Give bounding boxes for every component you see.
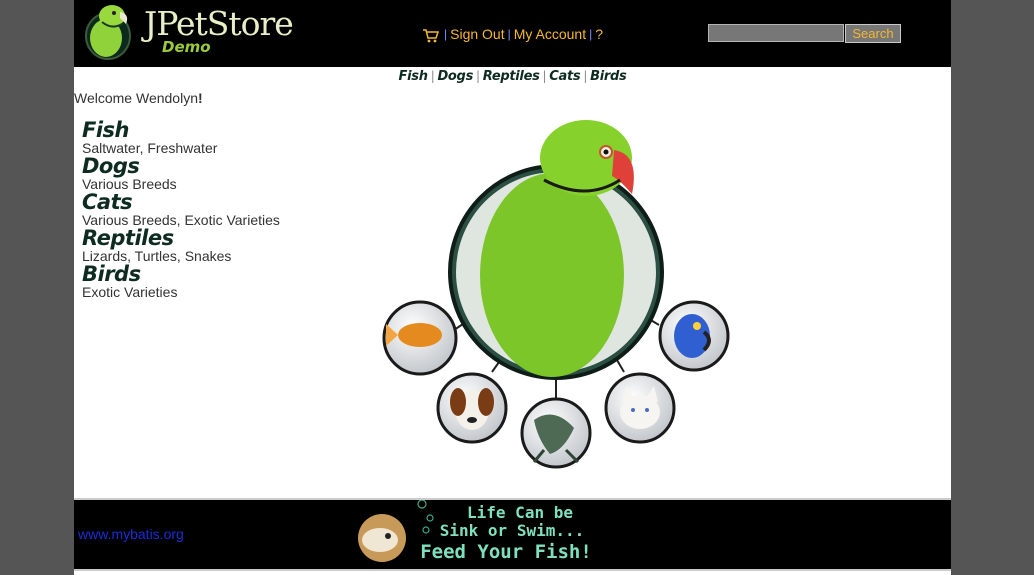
sidebar-birds-description: Exotic Varieties bbox=[82, 284, 178, 300]
logo[interactable]: JPetStore Demo bbox=[82, 2, 302, 62]
help-link[interactable]: ? bbox=[595, 26, 603, 42]
sidebar-category-dogs: Dogs Various Breeds bbox=[82, 155, 342, 191]
quicklink-separator: | bbox=[430, 69, 435, 83]
feed-your-fish-banner[interactable]: Life Can be Sink or Swim... Feed Your Fi… bbox=[350, 500, 600, 566]
quicklink-separator: | bbox=[583, 69, 588, 83]
header: JPetStore Demo | Sign Out | My Account |… bbox=[74, 0, 951, 67]
welcome-suffix: ! bbox=[198, 90, 203, 106]
cat-hotspot[interactable] bbox=[604, 372, 676, 444]
bird-hotspot[interactable] bbox=[658, 300, 730, 372]
welcome-prefix: Welcome bbox=[74, 90, 136, 106]
quick-links: Fish | Dogs | Reptiles | Cats | Birds bbox=[74, 69, 951, 84]
sidebar-reptiles-link[interactable]: Reptiles bbox=[82, 227, 342, 249]
sidebar-fish-link[interactable]: Fish bbox=[82, 119, 342, 141]
my-account-link[interactable]: My Account bbox=[514, 26, 586, 42]
search-input[interactable] bbox=[708, 24, 844, 42]
dog-hotspot[interactable] bbox=[436, 372, 508, 444]
sidebar-category-reptiles: Reptiles Lizards, Turtles, Snakes bbox=[82, 227, 342, 263]
quicklink-birds[interactable]: Birds bbox=[590, 69, 627, 84]
cart-icon[interactable] bbox=[422, 29, 439, 43]
menu-content: | Sign Out | My Account | ? bbox=[422, 24, 603, 44]
menu-separator: | bbox=[507, 27, 511, 41]
logo-subtitle: Demo bbox=[162, 38, 211, 56]
quicklink-separator: | bbox=[542, 69, 547, 83]
quicklink-fish[interactable]: Fish bbox=[399, 69, 428, 84]
sidebar-dogs-description: Various Breeds bbox=[82, 176, 177, 192]
sidebar-dogs-link[interactable]: Dogs bbox=[82, 155, 342, 177]
sidebar-reptiles-description: Lizards, Turtles, Snakes bbox=[82, 248, 232, 264]
parrot-hotspot[interactable] bbox=[448, 120, 664, 380]
sidebar-cats-link[interactable]: Cats bbox=[82, 191, 342, 213]
sidebar-category-birds: Birds Exotic Varieties bbox=[82, 263, 342, 299]
page: JPetStore Demo | Sign Out | My Account |… bbox=[74, 0, 951, 575]
sidebar-fish-description: Saltwater, Freshwater bbox=[82, 140, 218, 156]
sidebar-birds-link[interactable]: Birds bbox=[82, 263, 342, 285]
sidebar-category-fish: Fish Saltwater, Freshwater bbox=[82, 119, 342, 155]
footer: www.mybatis.org Life Can be Sink or Swim… bbox=[74, 498, 951, 571]
quicklink-dogs[interactable]: Dogs bbox=[437, 69, 473, 84]
menu-separator: | bbox=[589, 27, 593, 41]
welcome-message: Welcome Wendolyn! bbox=[74, 90, 203, 106]
sidebar-category-cats: Cats Various Breeds, Exotic Varieties bbox=[82, 191, 342, 227]
menu-separator: | bbox=[444, 27, 448, 41]
quicklink-reptiles[interactable]: Reptiles bbox=[483, 69, 540, 84]
banner-line-3: Feed Your Fish! bbox=[420, 541, 592, 563]
banner-line-2: Sink or Swim... bbox=[440, 521, 585, 540]
fish-hotspot[interactable] bbox=[382, 300, 458, 376]
banner-line-1: Life Can be bbox=[467, 503, 573, 522]
reptile-hotspot[interactable] bbox=[520, 397, 592, 469]
search-button[interactable]: Search bbox=[845, 24, 901, 43]
welcome-user-name: Wendolyn bbox=[135, 90, 198, 106]
quicklink-separator: | bbox=[476, 69, 480, 83]
sidebar-cats-description: Various Breeds, Exotic Varieties bbox=[82, 212, 280, 228]
sidebar: Fish Saltwater, Freshwater Dogs Various … bbox=[82, 119, 342, 299]
parrot-logo-icon bbox=[85, 5, 131, 60]
main-image-map bbox=[382, 120, 730, 469]
sign-out-link[interactable]: Sign Out bbox=[450, 26, 504, 42]
mybatis-link[interactable]: www.mybatis.org bbox=[78, 526, 184, 542]
quicklink-cats[interactable]: Cats bbox=[549, 69, 580, 84]
